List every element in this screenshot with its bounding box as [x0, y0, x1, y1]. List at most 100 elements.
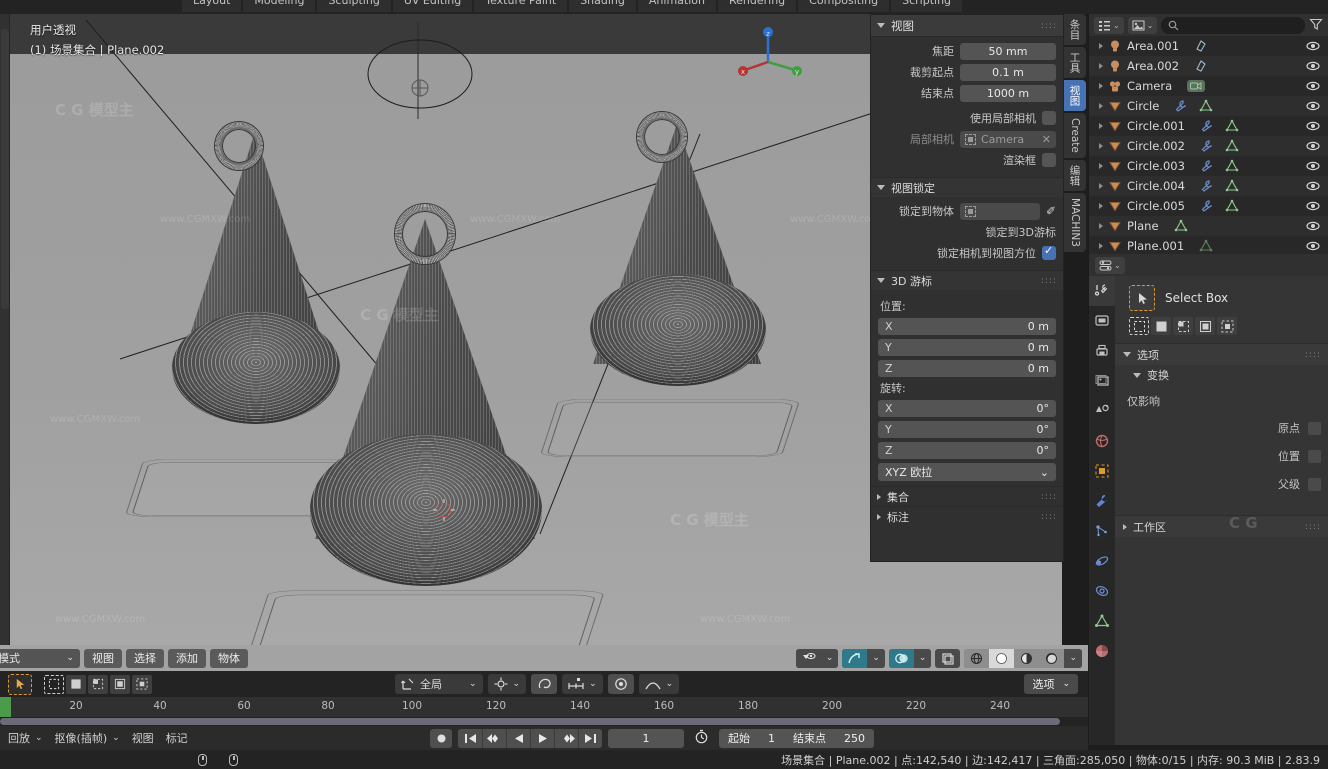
eye-icon[interactable]	[1306, 79, 1320, 93]
mesh-data-icon[interactable]	[1225, 119, 1239, 133]
use-local-camera-row[interactable]: 使用局部相机	[878, 109, 1056, 127]
eye-icon[interactable]	[1306, 199, 1320, 213]
properties-tab-constraints[interactable]	[1089, 576, 1115, 606]
outliner-filter-button[interactable]	[1309, 17, 1323, 34]
timeline-menu-view[interactable]: 视图	[132, 730, 154, 746]
shading-material-button[interactable]	[1014, 648, 1040, 668]
outliner-item-circle-005[interactable]: Circle.005	[1089, 196, 1328, 216]
sidebar-category-tabs[interactable]: 条目 工具 视图 Create 编辑 MACHIN3	[1064, 14, 1086, 284]
timeline-menu-keying[interactable]: 抠像(插帧)	[55, 730, 108, 746]
shading-mode-group[interactable]: ⌄	[964, 648, 1082, 668]
cursor-loc-x-field[interactable]: X 0 m	[878, 317, 1056, 335]
overlays-toggle-button[interactable]	[888, 648, 914, 668]
outliner-item-circle[interactable]: Circle	[1089, 96, 1328, 116]
gizmo-toggle-button[interactable]	[842, 648, 868, 668]
sidebar-panel-header[interactable]: 视图 ::::	[871, 15, 1063, 37]
properties-tab-tool[interactable]	[1089, 276, 1115, 306]
chevron-down-icon[interactable]	[1133, 372, 1141, 378]
transform-subsection-header[interactable]: 变换	[1115, 365, 1328, 385]
local-camera-field[interactable]: Camera ✕	[960, 130, 1056, 148]
workspace-tab[interactable]: Compositing	[798, 0, 890, 12]
viewport-header-right[interactable]: ⌄ ⌄ ⌄ ⌄	[795, 648, 1082, 668]
affect-parents-right[interactable]: 父级	[1278, 476, 1321, 492]
current-frame-indicator[interactable]	[0, 697, 11, 717]
transform-pivot-dropdown[interactable]: ⌄	[487, 674, 527, 694]
snap-group[interactable]	[531, 674, 558, 694]
lock-camera-row[interactable]: 锁定相机到视图方位	[878, 244, 1056, 262]
select-invert-button[interactable]	[110, 674, 130, 694]
options-section-header[interactable]: 选项 ::::	[1115, 343, 1328, 365]
jump-to-end-button[interactable]	[578, 728, 602, 748]
disclosure-arrow-icon[interactable]	[1099, 223, 1103, 229]
lock-object-row[interactable]: 锁定到物体 ✐	[878, 202, 1056, 220]
timeline-footer[interactable]: 回放 ⌄ 抠像(插帧) ⌄ 视图 标记 1 起始 1 结束点 250	[0, 726, 1088, 750]
properties-content[interactable]: Select Box 选项 :::: 变换 仅影响 原点 位置 父级 工作区:…	[1115, 276, 1328, 745]
properties-tab-data[interactable]	[1089, 606, 1115, 636]
shading-rendered-button[interactable]	[1039, 648, 1065, 668]
select-intersect-mode-button[interactable]	[1217, 317, 1237, 335]
eye-icon[interactable]	[1306, 179, 1320, 193]
properties-tab-modifier[interactable]	[1089, 486, 1115, 516]
auto-key-button[interactable]	[694, 729, 709, 747]
cursor-rot-x-field[interactable]: X 0°	[878, 399, 1056, 417]
focal-length-field[interactable]: 50 mm	[960, 42, 1056, 60]
modifier-icon[interactable]	[1200, 139, 1214, 153]
outliner-rows[interactable]: Area.001 Area.002 Camera Circle Circle.0…	[1089, 36, 1328, 256]
outliner-item-circle-003[interactable]: Circle.003	[1089, 156, 1328, 176]
disclosure-arrow-icon[interactable]	[1099, 103, 1103, 109]
affect-origins-row[interactable]: 原点	[1115, 412, 1328, 439]
record-button[interactable]	[430, 728, 452, 748]
shading-solid-button[interactable]	[989, 648, 1015, 668]
timeline-scrollbar[interactable]	[0, 717, 1088, 726]
play-button[interactable]	[530, 728, 554, 748]
snap-to-dropdown[interactable]: ⌄	[562, 674, 603, 694]
proportional-falloff-dropdown[interactable]: ⌄	[638, 674, 680, 694]
disclosure-arrow-icon[interactable]	[1099, 123, 1103, 129]
properties-editor-type-button[interactable]: ⌄	[1095, 256, 1125, 274]
sidebar-tab-view[interactable]: 视图	[1064, 80, 1086, 111]
sidebar-tab-tool[interactable]: 工具	[1064, 47, 1086, 78]
cursor-loc-z-field[interactable]: Z 0 m	[878, 359, 1056, 377]
disclosure-arrow-icon[interactable]	[1099, 203, 1103, 209]
light-data-icon[interactable]	[1194, 39, 1208, 53]
viewport-menu-add[interactable]: 添加	[168, 648, 206, 668]
grip-dots-icon[interactable]: ::::	[1041, 512, 1057, 522]
modifier-icon[interactable]	[1200, 179, 1214, 193]
modifier-icon[interactable]	[1200, 119, 1214, 133]
play-reverse-button[interactable]	[506, 728, 530, 748]
timeline-menu-marker[interactable]: 标记	[166, 730, 188, 746]
workspace-tab[interactable]: Sculpting	[317, 0, 391, 12]
gizmo-dropdown-group[interactable]: ⌄	[842, 648, 885, 668]
visibility-dropdown-group[interactable]: ⌄	[795, 648, 839, 668]
xray-toggle-group[interactable]	[935, 648, 961, 668]
outliner[interactable]: ⌄ ⌄ Area.001 Area.002 Camera Circle Circ…	[1088, 14, 1328, 256]
affect-locations-row[interactable]: 位置	[1115, 439, 1328, 467]
timeline-ruler[interactable]: 20 40 60 80 100 120 140 160 180 200 220 …	[0, 697, 1088, 717]
rotation-mode-dropdown[interactable]: XYZ 欧拉 ⌄	[878, 463, 1056, 481]
cursor-loc-y-row[interactable]: Y 0 m	[878, 338, 1056, 356]
properties-tab-render[interactable]	[1089, 306, 1115, 336]
properties-editor[interactable]: ⌄ Select Box 选项:::: 变换 仅影响 原点 位置 父级 工作区…	[1088, 254, 1328, 769]
select-set-button[interactable]	[44, 674, 64, 694]
workspace-tab[interactable]: Shading	[569, 0, 636, 12]
modifier-icon[interactable]	[1200, 159, 1214, 173]
properties-tab-scene[interactable]	[1089, 396, 1115, 426]
cursor-rot-x-row[interactable]: X 0°	[878, 399, 1056, 417]
chevron-right-icon[interactable]	[1123, 523, 1127, 530]
properties-tab-view-layer[interactable]	[1089, 366, 1115, 396]
properties-tab-particles[interactable]	[1089, 516, 1115, 546]
chevron-down-icon[interactable]	[877, 23, 885, 28]
outliner-display-mode-button[interactable]: ⌄	[1094, 16, 1124, 34]
collections-section-header[interactable]: 集合 ::::	[871, 486, 1063, 506]
cursor-loc-z-row[interactable]: Z 0 m	[878, 359, 1056, 377]
eye-icon[interactable]	[1306, 99, 1320, 113]
cursor-loc-x-row[interactable]: X 0 m	[878, 317, 1056, 335]
chevron-down-icon[interactable]: ⌄	[820, 648, 839, 668]
disclosure-arrow-icon[interactable]	[1099, 183, 1103, 189]
outliner-item-plane-001[interactable]: Plane.001	[1089, 236, 1328, 256]
tool-header[interactable]: 全局 ⌄ ⌄ ⌄ ⌄ 选项 ⌄	[0, 671, 1088, 697]
outliner-header[interactable]: ⌄ ⌄	[1089, 14, 1328, 36]
clip-end-field[interactable]: 1000 m	[960, 84, 1056, 102]
workspace-tab[interactable]: Animation	[637, 0, 716, 12]
grip-dots-icon[interactable]: ::::	[1305, 350, 1321, 360]
